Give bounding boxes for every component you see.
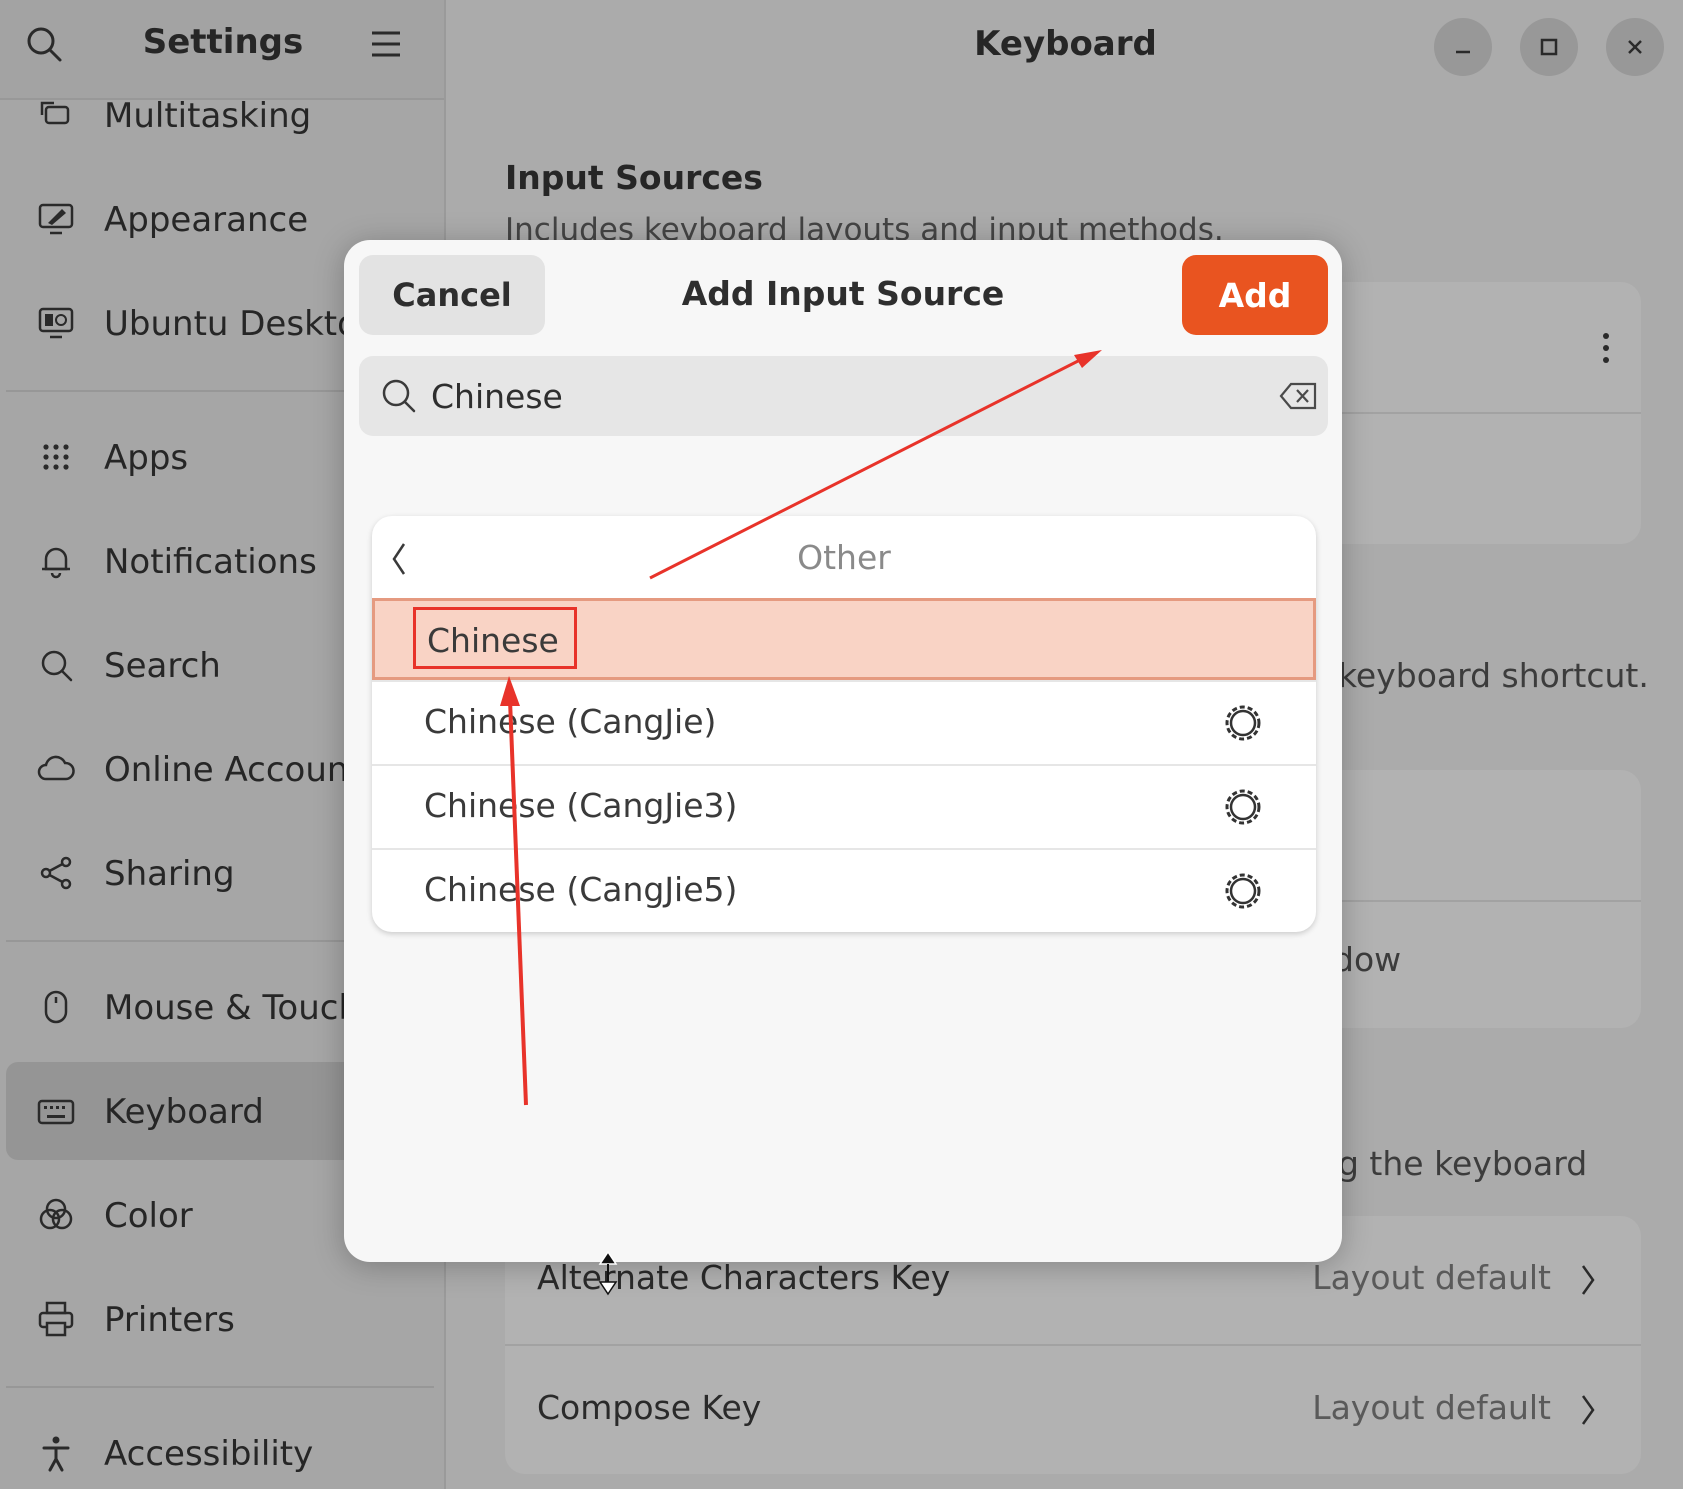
search-icon (382, 379, 416, 413)
chevron-right-icon (1581, 1265, 1595, 1295)
mouse-icon (44, 990, 68, 1024)
sidebar-item-label: Online Accounts (104, 750, 380, 790)
sidebar-item-label: Accessibility (104, 1434, 314, 1474)
sidebar-item-multitasking[interactable]: Multitasking (6, 66, 440, 164)
list-item-label: Chinese (CangJie5) (424, 870, 738, 909)
sidebar-item-label: Search (104, 646, 221, 686)
list-item-chinese-cangjie[interactable]: Chinese (CangJie) (372, 680, 1316, 762)
printer-icon (38, 1301, 74, 1337)
special-keys-description: g the keyboard (1338, 1144, 1588, 1183)
input-sources-title: Input Sources (505, 158, 763, 197)
sidebar-item-label: Printers (104, 1300, 235, 1340)
sidebar-divider (6, 1386, 434, 1388)
more-options-icon[interactable] (1599, 330, 1613, 366)
list-item-chinese-cangjie5[interactable]: Chinese (CangJie5) (372, 848, 1316, 930)
sidebar-item-label: Multitasking (104, 96, 312, 136)
sidebar-item-label: Notifications (104, 542, 317, 582)
maximize-icon (1540, 38, 1558, 56)
clear-text-icon[interactable] (1279, 380, 1319, 412)
sidebar-item-label: Sharing (104, 854, 235, 894)
accessibility-icon (42, 1436, 70, 1472)
switching-option-label: dow (1333, 940, 1402, 979)
compose-key-value: Layout default (1312, 1388, 1551, 1427)
compose-key-row[interactable]: Compose Key Layout default (505, 1346, 1641, 1474)
search-field[interactable] (359, 356, 1328, 436)
keyboard-icon (37, 1099, 75, 1125)
list-item-chinese[interactable]: Chinese (372, 598, 1316, 680)
sidebar-item-label: Appearance (104, 200, 309, 240)
close-icon (1628, 40, 1642, 54)
apps-grid-icon (43, 444, 69, 470)
page-title: Keyboard (974, 24, 1157, 64)
search-icon (41, 650, 73, 682)
sidebar-item-label: Color (104, 1196, 193, 1236)
maximize-button[interactable] (1520, 18, 1578, 76)
multitasking-icon (40, 101, 70, 125)
settings-gear-icon[interactable] (1222, 702, 1264, 744)
add-input-source-dialog: Cancel Add Input Source Add Other (344, 240, 1342, 1262)
add-button[interactable]: Add (1182, 255, 1328, 335)
bell-icon (42, 547, 70, 579)
sidebar-item-printers[interactable]: Printers (6, 1270, 440, 1368)
list-item-label: Chinese (CangJie) (424, 702, 717, 741)
search-input[interactable] (431, 366, 1231, 426)
list-item-chinese-cangjie3[interactable]: Chinese (CangJie3) (372, 764, 1316, 846)
switching-description: keyboard shortcut. (1338, 656, 1649, 695)
settings-gear-icon[interactable] (1222, 870, 1264, 912)
hamburger-menu-icon[interactable] (364, 22, 408, 66)
sidebar-item-label: Keyboard (104, 1092, 264, 1132)
compose-key-label: Compose Key (537, 1388, 762, 1427)
share-icon (40, 856, 72, 890)
sidebar-item-accessibility[interactable]: Accessibility (6, 1404, 440, 1489)
cloud-icon (37, 755, 75, 781)
color-icon (39, 1198, 73, 1230)
input-source-list: Other Chinese Chinese (CangJie) Chinese … (372, 516, 1316, 932)
ubuntu-desktop-icon (38, 307, 74, 339)
list-header-label: Other (797, 538, 891, 577)
chevron-right-icon (1581, 1395, 1595, 1425)
settings-window: Settings Multitasking Appearance Ubuntu … (0, 0, 1683, 1489)
settings-gear-icon[interactable] (1222, 786, 1264, 828)
resize-cursor-icon (598, 1250, 618, 1296)
list-header: Other (372, 516, 1316, 598)
sidebar-item-label: Apps (104, 438, 189, 478)
minimize-icon (1456, 50, 1470, 54)
alternate-characters-value: Layout default (1312, 1258, 1551, 1297)
minimize-button[interactable] (1434, 18, 1492, 76)
appearance-icon (38, 203, 74, 235)
list-item-label: Chinese (427, 621, 559, 660)
sidebar-item-label: Ubuntu Desktop (104, 304, 380, 344)
close-button[interactable] (1606, 18, 1664, 76)
list-item-label: Chinese (CangJie3) (424, 786, 738, 825)
